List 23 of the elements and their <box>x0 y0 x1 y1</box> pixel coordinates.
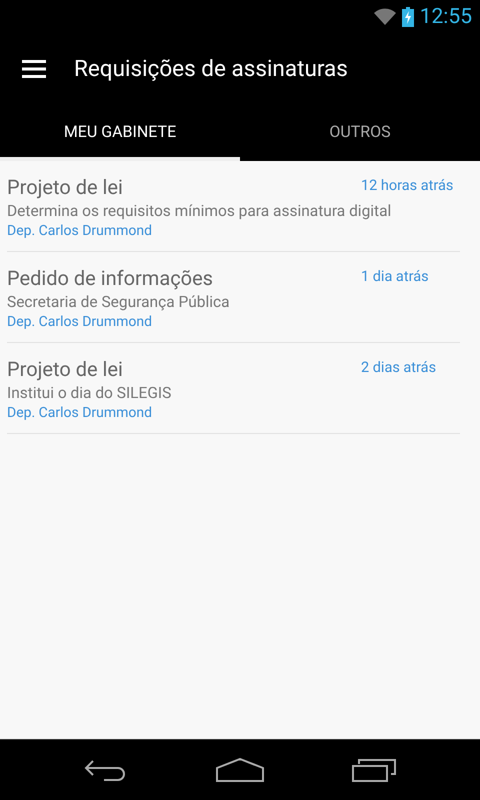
screen-title: Requisições de assinaturas <box>74 56 348 82</box>
menu-icon[interactable] <box>22 60 46 78</box>
request-author: Dep. Carlos Drummond <box>7 405 154 421</box>
request-type: Projeto de lei <box>7 175 123 199</box>
request-time: 2 dias atrás <box>361 358 438 376</box>
request-description: Determina os requisitos mínimos para assinatura digital <box>7 202 392 220</box>
status-time: 12:55 <box>420 4 472 28</box>
request-time: 1 dia atrás <box>361 267 430 285</box>
request-type: Pedido de informações <box>7 266 213 290</box>
back-icon[interactable] <box>84 758 128 782</box>
request-author: Dep. Carlos Drummond <box>7 223 154 239</box>
request-time: 12 horas atrás <box>361 176 454 194</box>
request-description: Institui o dia do SILEGIS <box>7 384 172 402</box>
wifi-icon <box>374 8 396 26</box>
request-item[interactable]: Projeto de lei 12 horas atrás Determina os requisitos mínimos para assinatura digital Dep. Carlos Drummond <box>7 161 460 252</box>
recent-apps-icon[interactable] <box>352 758 396 782</box>
request-type: Projeto de lei <box>7 357 123 381</box>
request-item[interactable]: Pedido de informações 1 dia atrás Secretaria de Segurança Pública Dep. Carlos Drummond <box>7 252 460 343</box>
request-author: Dep. Carlos Drummond <box>7 314 154 330</box>
request-description: Secretaria de Segurança Pública <box>7 293 231 311</box>
battery-icon <box>402 6 414 26</box>
request-item[interactable]: Projeto de lei 2 dias atrás Institui o dia do SILEGIS Dep. Carlos Drummond <box>7 343 460 434</box>
home-icon[interactable] <box>216 758 264 782</box>
